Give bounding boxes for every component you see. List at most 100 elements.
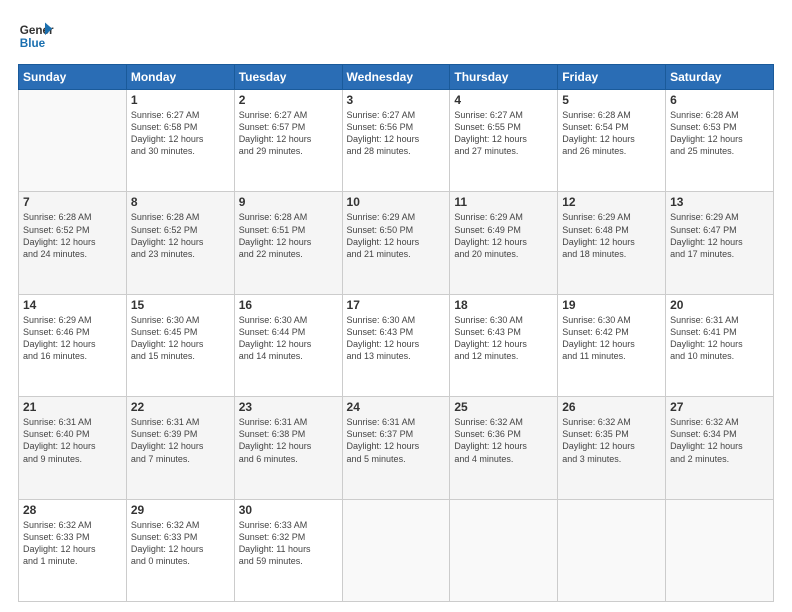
day-info: Sunrise: 6:27 AM Sunset: 6:56 PM Dayligh…	[347, 109, 446, 158]
day-info: Sunrise: 6:30 AM Sunset: 6:43 PM Dayligh…	[454, 314, 553, 363]
calendar-cell: 16 Sunrise: 6:30 AM Sunset: 6:44 PM Dayli…	[234, 294, 342, 396]
day-info: Sunrise: 6:27 AM Sunset: 6:58 PM Dayligh…	[131, 109, 230, 158]
day-info: Sunrise: 6:30 AM Sunset: 6:44 PM Dayligh…	[239, 314, 338, 363]
day-number: 30	[239, 503, 338, 517]
day-info: Sunrise: 6:32 AM Sunset: 6:35 PM Dayligh…	[562, 416, 661, 465]
calendar-week-4: 21 Sunrise: 6:31 AM Sunset: 6:40 PM Dayli…	[19, 397, 774, 499]
day-info: Sunrise: 6:31 AM Sunset: 6:40 PM Dayligh…	[23, 416, 122, 465]
day-info: Sunrise: 6:29 AM Sunset: 6:47 PM Dayligh…	[670, 211, 769, 260]
day-number: 17	[347, 298, 446, 312]
weekday-thursday: Thursday	[450, 65, 558, 90]
calendar-cell	[342, 499, 450, 601]
calendar-cell: 28 Sunrise: 6:32 AM Sunset: 6:33 PM Dayli…	[19, 499, 127, 601]
svg-text:Blue: Blue	[20, 37, 46, 50]
calendar-cell: 18 Sunrise: 6:30 AM Sunset: 6:43 PM Dayli…	[450, 294, 558, 396]
calendar-cell: 15 Sunrise: 6:30 AM Sunset: 6:45 PM Dayli…	[126, 294, 234, 396]
day-info: Sunrise: 6:28 AM Sunset: 6:52 PM Dayligh…	[23, 211, 122, 260]
day-number: 22	[131, 400, 230, 414]
calendar-cell: 30 Sunrise: 6:33 AM Sunset: 6:32 PM Dayli…	[234, 499, 342, 601]
calendar-cell: 6 Sunrise: 6:28 AM Sunset: 6:53 PM Daylig…	[666, 90, 774, 192]
day-info: Sunrise: 6:32 AM Sunset: 6:33 PM Dayligh…	[131, 519, 230, 568]
calendar-cell: 5Sunrise: 6:28 AM Sunset: 6:54 PM Daylig…	[558, 90, 666, 192]
day-info: Sunrise: 6:32 AM Sunset: 6:34 PM Dayligh…	[670, 416, 769, 465]
day-number: 1	[131, 93, 230, 107]
day-number: 26	[562, 400, 661, 414]
day-info: Sunrise: 6:28 AM Sunset: 6:54 PM Dayligh…	[562, 109, 661, 158]
day-number: 6	[670, 93, 769, 107]
weekday-monday: Monday	[126, 65, 234, 90]
calendar-cell: 21 Sunrise: 6:31 AM Sunset: 6:40 PM Dayli…	[19, 397, 127, 499]
day-info: Sunrise: 6:28 AM Sunset: 6:51 PM Dayligh…	[239, 211, 338, 260]
day-info: Sunrise: 6:30 AM Sunset: 6:43 PM Dayligh…	[347, 314, 446, 363]
calendar-cell: 29 Sunrise: 6:32 AM Sunset: 6:33 PM Dayli…	[126, 499, 234, 601]
day-info: Sunrise: 6:29 AM Sunset: 6:46 PM Dayligh…	[23, 314, 122, 363]
day-number: 20	[670, 298, 769, 312]
day-number: 23	[239, 400, 338, 414]
day-number: 15	[131, 298, 230, 312]
day-number: 7	[23, 195, 122, 209]
calendar-week-5: 28 Sunrise: 6:32 AM Sunset: 6:33 PM Dayli…	[19, 499, 774, 601]
day-number: 16	[239, 298, 338, 312]
calendar-cell: 4 Sunrise: 6:27 AM Sunset: 6:55 PM Daylig…	[450, 90, 558, 192]
day-info: Sunrise: 6:29 AM Sunset: 6:50 PM Dayligh…	[347, 211, 446, 260]
day-number: 29	[131, 503, 230, 517]
day-info: Sunrise: 6:30 AM Sunset: 6:45 PM Dayligh…	[131, 314, 230, 363]
logo-icon: General Blue	[18, 18, 54, 54]
day-number: 2	[239, 93, 338, 107]
calendar-cell: 9 Sunrise: 6:28 AM Sunset: 6:51 PM Daylig…	[234, 192, 342, 294]
day-number: 13	[670, 195, 769, 209]
weekday-wednesday: Wednesday	[342, 65, 450, 90]
day-info: Sunrise: 6:29 AM Sunset: 6:49 PM Dayligh…	[454, 211, 553, 260]
day-number: 28	[23, 503, 122, 517]
weekday-tuesday: Tuesday	[234, 65, 342, 90]
calendar-week-1: 1 Sunrise: 6:27 AM Sunset: 6:58 PM Daylig…	[19, 90, 774, 192]
day-info: Sunrise: 6:27 AM Sunset: 6:55 PM Dayligh…	[454, 109, 553, 158]
weekday-header-row: SundayMondayTuesdayWednesdayThursdayFrid…	[19, 65, 774, 90]
calendar-cell	[666, 499, 774, 601]
day-number: 8	[131, 195, 230, 209]
day-number: 9	[239, 195, 338, 209]
calendar-cell: 19 Sunrise: 6:30 AM Sunset: 6:42 PM Dayli…	[558, 294, 666, 396]
day-number: 19	[562, 298, 661, 312]
calendar-cell: 1 Sunrise: 6:27 AM Sunset: 6:58 PM Daylig…	[126, 90, 234, 192]
calendar-cell: 27 Sunrise: 6:32 AM Sunset: 6:34 PM Dayli…	[666, 397, 774, 499]
calendar-cell: 2 Sunrise: 6:27 AM Sunset: 6:57 PM Daylig…	[234, 90, 342, 192]
day-number: 18	[454, 298, 553, 312]
weekday-sunday: Sunday	[19, 65, 127, 90]
day-info: Sunrise: 6:32 AM Sunset: 6:36 PM Dayligh…	[454, 416, 553, 465]
day-info: Sunrise: 6:31 AM Sunset: 6:37 PM Dayligh…	[347, 416, 446, 465]
day-info: Sunrise: 6:32 AM Sunset: 6:33 PM Dayligh…	[23, 519, 122, 568]
calendar-table: SundayMondayTuesdayWednesdayThursdayFrid…	[18, 64, 774, 602]
calendar-week-3: 14 Sunrise: 6:29 AM Sunset: 6:46 PM Dayli…	[19, 294, 774, 396]
calendar-cell: 20 Sunrise: 6:31 AM Sunset: 6:41 PM Dayli…	[666, 294, 774, 396]
day-info: Sunrise: 6:31 AM Sunset: 6:39 PM Dayligh…	[131, 416, 230, 465]
logo: General Blue	[18, 18, 54, 54]
calendar-cell: 26 Sunrise: 6:32 AM Sunset: 6:35 PM Dayli…	[558, 397, 666, 499]
day-number: 10	[347, 195, 446, 209]
calendar-cell: 7 Sunrise: 6:28 AM Sunset: 6:52 PM Daylig…	[19, 192, 127, 294]
calendar-cell: 8 Sunrise: 6:28 AM Sunset: 6:52 PM Daylig…	[126, 192, 234, 294]
calendar-cell: 13 Sunrise: 6:29 AM Sunset: 6:47 PM Dayli…	[666, 192, 774, 294]
page-header: General Blue	[18, 18, 774, 54]
day-number: 4	[454, 93, 553, 107]
day-number: 25	[454, 400, 553, 414]
calendar-cell: 25 Sunrise: 6:32 AM Sunset: 6:36 PM Dayli…	[450, 397, 558, 499]
day-number: 21	[23, 400, 122, 414]
weekday-friday: Friday	[558, 65, 666, 90]
calendar-cell	[558, 499, 666, 601]
calendar-cell: 10 Sunrise: 6:29 AM Sunset: 6:50 PM Dayli…	[342, 192, 450, 294]
calendar-cell	[450, 499, 558, 601]
calendar-week-2: 7 Sunrise: 6:28 AM Sunset: 6:52 PM Daylig…	[19, 192, 774, 294]
day-info: Sunrise: 6:28 AM Sunset: 6:53 PM Dayligh…	[670, 109, 769, 158]
day-number: 3	[347, 93, 446, 107]
day-number: 12	[562, 195, 661, 209]
day-info: Sunrise: 6:33 AM Sunset: 6:32 PM Dayligh…	[239, 519, 338, 568]
weekday-saturday: Saturday	[666, 65, 774, 90]
day-number: 14	[23, 298, 122, 312]
day-info: Sunrise: 6:31 AM Sunset: 6:41 PM Dayligh…	[670, 314, 769, 363]
day-info: Sunrise: 6:28 AM Sunset: 6:52 PM Dayligh…	[131, 211, 230, 260]
day-info: Sunrise: 6:30 AM Sunset: 6:42 PM Dayligh…	[562, 314, 661, 363]
calendar-cell: 12Sunrise: 6:29 AM Sunset: 6:48 PM Dayli…	[558, 192, 666, 294]
day-number: 27	[670, 400, 769, 414]
day-info: Sunrise: 6:27 AM Sunset: 6:57 PM Dayligh…	[239, 109, 338, 158]
